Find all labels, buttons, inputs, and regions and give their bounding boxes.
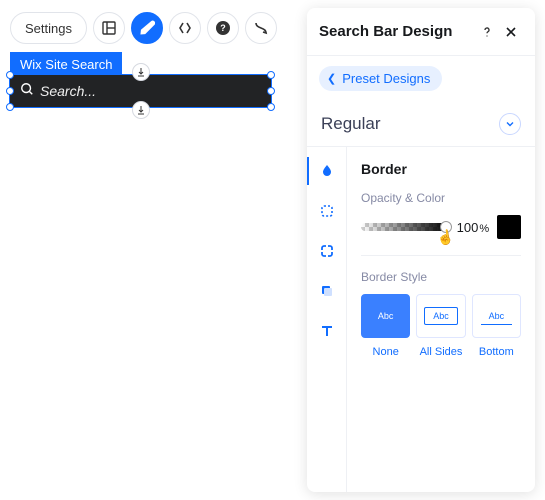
panel-content: Border Opacity & Color ☝ 100% Border Sty… (347, 147, 535, 492)
style-label-bottom: Bottom (472, 346, 521, 358)
back-label: Preset Designs (342, 71, 430, 86)
drag-handle-bottom[interactable] (132, 101, 150, 119)
tab-shadow[interactable] (307, 271, 347, 311)
panel-header: Search Bar Design (307, 8, 535, 56)
preset-designs-back[interactable]: ❮ Preset Designs (319, 66, 442, 91)
border-style-label: Border Style (361, 270, 521, 284)
resize-handle[interactable] (267, 71, 275, 79)
tab-border[interactable] (307, 191, 347, 231)
animation-icon[interactable] (245, 12, 277, 44)
opacity-label: Opacity & Color (361, 191, 521, 205)
opacity-slider[interactable]: ☝ (361, 223, 449, 231)
border-style-bottom[interactable]: Abc (472, 294, 521, 338)
slider-thumb[interactable] (440, 221, 452, 233)
sample-text: Abc (424, 307, 458, 325)
color-swatch[interactable] (497, 215, 521, 239)
border-style-options: Abc Abc Abc (361, 294, 521, 338)
panel-help-icon[interactable] (475, 20, 499, 44)
tab-fill[interactable] (307, 151, 347, 191)
back-row: ❮ Preset Designs (307, 56, 535, 101)
sample-text: Abc (481, 308, 513, 325)
resize-handle[interactable] (267, 87, 275, 95)
border-style-none[interactable]: Abc (361, 294, 410, 338)
design-panel: Search Bar Design ❮ Preset Designs Regul… (307, 8, 535, 492)
style-label-allsides: All Sides (416, 346, 465, 358)
drag-handle-top[interactable] (132, 63, 150, 81)
tab-corners[interactable] (307, 231, 347, 271)
panel-title: Search Bar Design (319, 23, 475, 40)
divider (361, 255, 521, 256)
search-placeholder: Search... (40, 83, 96, 99)
state-row[interactable]: Regular (307, 101, 535, 147)
opacity-row: ☝ 100% (361, 215, 521, 239)
chevron-left-icon: ❮ (327, 72, 336, 85)
resize-handle[interactable] (6, 103, 14, 111)
side-tabs (307, 147, 347, 492)
search-icon (20, 82, 34, 101)
border-style-allsides[interactable]: Abc (416, 294, 465, 338)
layout-icon[interactable] (93, 12, 125, 44)
design-icon[interactable] (131, 12, 163, 44)
stretch-icon[interactable] (169, 12, 201, 44)
border-style-labels: None All Sides Bottom (361, 346, 521, 358)
close-icon[interactable] (499, 20, 523, 44)
opacity-value: 100% (457, 220, 489, 235)
settings-button[interactable]: Settings (10, 12, 87, 44)
component-toolbar: Settings ? (10, 12, 277, 44)
component-tag[interactable]: Wix Site Search (10, 52, 122, 77)
style-label-none: None (361, 346, 410, 358)
state-label: Regular (321, 114, 381, 134)
help-icon[interactable]: ? (207, 12, 239, 44)
svg-text:?: ? (220, 23, 226, 33)
resize-handle[interactable] (6, 71, 14, 79)
search-bar-component[interactable]: Search... (10, 75, 271, 107)
resize-handle[interactable] (6, 87, 14, 95)
section-title: Border (361, 161, 521, 177)
tab-text[interactable] (307, 311, 347, 351)
settings-label: Settings (25, 21, 72, 36)
sample-text: Abc (370, 308, 402, 324)
component-tag-label: Wix Site Search (20, 57, 112, 72)
chevron-down-icon[interactable] (499, 113, 521, 135)
resize-handle[interactable] (267, 103, 275, 111)
panel-body: Border Opacity & Color ☝ 100% Border Sty… (307, 147, 535, 492)
